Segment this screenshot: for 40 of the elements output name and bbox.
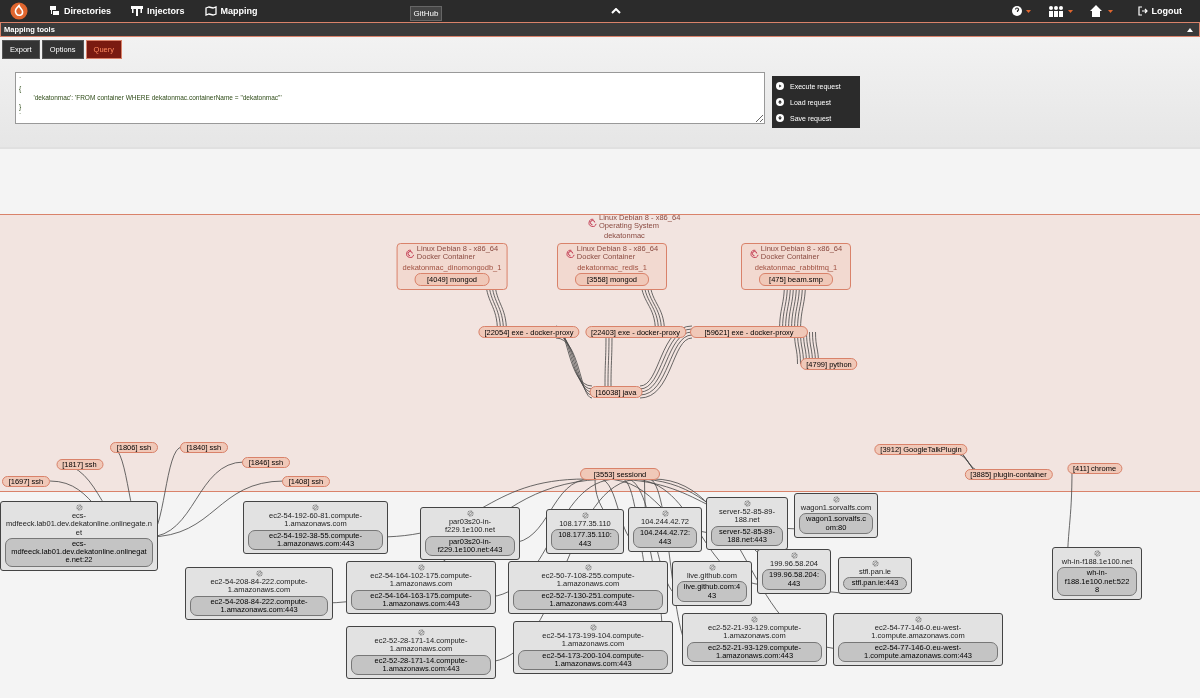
- gear-icon: [708, 564, 716, 571]
- home-icon[interactable]: [1089, 5, 1114, 17]
- people-icon[interactable]: [1047, 5, 1074, 17]
- nav-link[interactable]: Injectors: [123, 6, 193, 16]
- collapse-caret-icon[interactable]: [1187, 27, 1193, 32]
- gear-icon: [466, 510, 474, 517]
- logout-icon: [1137, 6, 1148, 16]
- gear-icon: [417, 629, 425, 636]
- gear-icon: [743, 500, 751, 507]
- swirl-icon: [588, 217, 597, 227]
- github-button[interactable]: GitHub: [409, 5, 443, 21]
- plug-icon: [131, 6, 144, 16]
- swirl-icon: [749, 248, 759, 258]
- swirl-icon: [405, 248, 415, 258]
- gear-icon: [661, 510, 669, 517]
- gear-icon: [584, 564, 592, 571]
- gear-icon: [751, 616, 758, 623]
- help-icon[interactable]: [1011, 5, 1032, 17]
- upload-icon: [776, 98, 784, 106]
- gear-icon: [312, 504, 319, 511]
- gear-icon: [790, 552, 798, 559]
- nav-link[interactable]: Mapping: [196, 6, 266, 16]
- gear-icon: [417, 564, 425, 571]
- gear-icon: [589, 624, 597, 631]
- gear-icon: [871, 560, 879, 567]
- gear-icon: [581, 512, 589, 519]
- nav-link[interactable]: Directories: [42, 6, 120, 16]
- play-icon: [776, 82, 784, 90]
- gear-icon: [832, 496, 840, 503]
- collapse-caret-icon[interactable]: [611, 8, 622, 14]
- logo-icon[interactable]: [10, 2, 28, 20]
- swirl-icon: [565, 248, 575, 258]
- map-icon: [204, 6, 217, 16]
- gear-icon: [255, 570, 263, 577]
- gear-icon: [914, 616, 922, 623]
- gear-icon: [75, 504, 83, 511]
- gear-icon: [1093, 550, 1101, 557]
- download-icon: [776, 114, 784, 122]
- folders-icon: [50, 6, 60, 16]
- logout-link[interactable]: Logout: [1129, 6, 1190, 16]
